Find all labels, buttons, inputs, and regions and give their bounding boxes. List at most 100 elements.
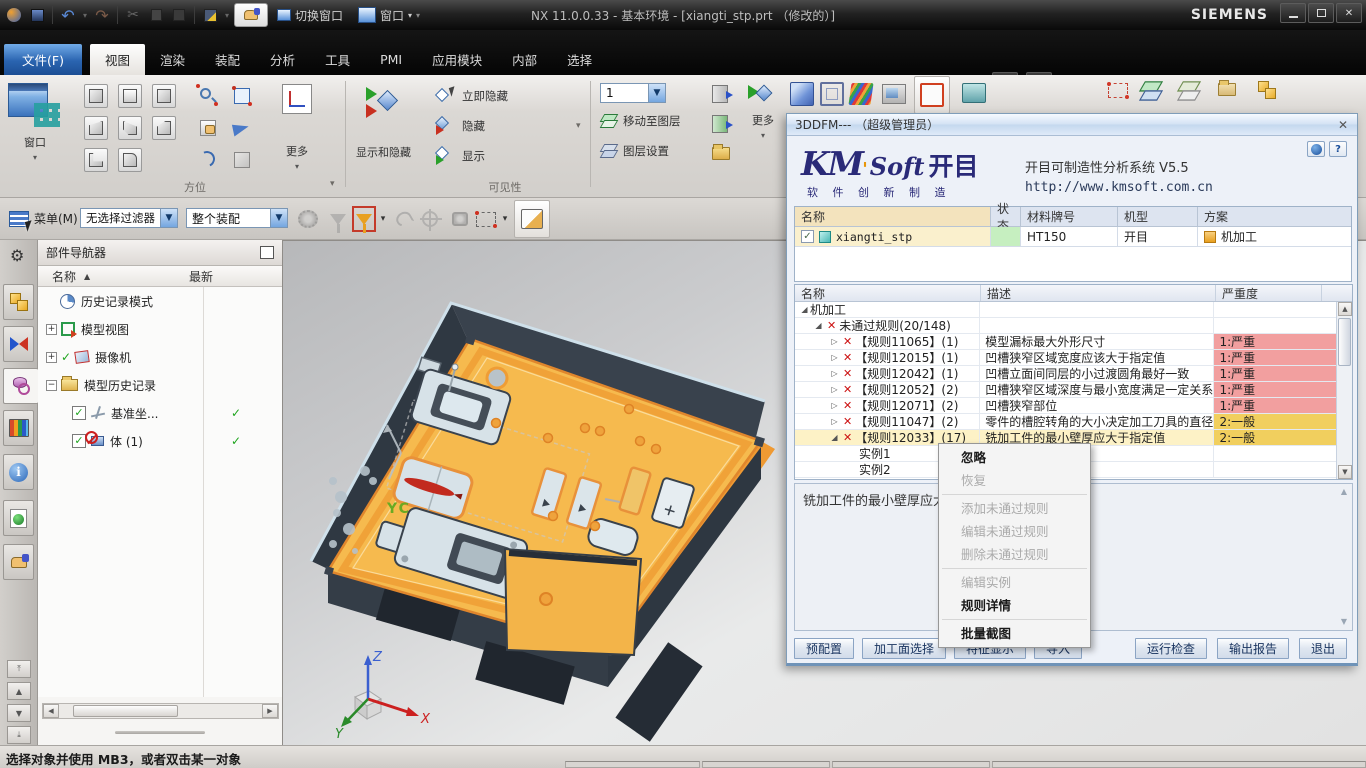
scrollbar-thumb[interactable] — [73, 705, 178, 717]
rectangle-select-button[interactable] — [474, 206, 498, 232]
menu-item-忽略[interactable]: 忽略 — [939, 446, 1090, 469]
tab-渲染[interactable]: 渲染 — [145, 44, 200, 75]
view-trimetric-button[interactable] — [152, 116, 176, 140]
tab-装配[interactable]: 装配 — [200, 44, 255, 75]
expand-icon[interactable]: + — [46, 352, 57, 363]
point-constructor-button[interactable] — [418, 206, 442, 232]
switch-window-button[interactable]: 切换窗口 — [271, 5, 349, 26]
measure-button[interactable] — [1108, 83, 1132, 105]
tab-工具[interactable]: 工具 — [310, 44, 365, 75]
snap-gears-button[interactable] — [296, 206, 320, 232]
annotation-button[interactable] — [1218, 83, 1242, 105]
selection-filter-combo[interactable]: 无选择过滤器 ▼ — [80, 208, 178, 228]
redo-icon[interactable]: ↷ — [92, 5, 112, 25]
window-menu-button[interactable]: 窗口 ▾ ▾ — [352, 5, 426, 26]
collapse-icon[interactable]: − — [46, 380, 57, 391]
expanded-icon[interactable]: ◢ — [829, 433, 840, 442]
internet-explorer-tab[interactable]: i — [3, 454, 34, 490]
rotate-view-button[interactable] — [196, 148, 220, 172]
tab-内部[interactable]: 内部 — [497, 44, 552, 75]
dialog-help-button[interactable]: ? — [1329, 141, 1347, 157]
zoom-button[interactable] — [196, 84, 220, 108]
tab-PMI[interactable]: PMI — [365, 44, 417, 75]
dialog-title-bar[interactable]: 3DDFM--- （超级管理员） ✕ — [787, 114, 1357, 136]
dialog-pin-button[interactable] — [1307, 141, 1325, 157]
cad-model[interactable] — [311, 303, 775, 742]
show-hide-button[interactable]: 显示和隐藏 — [356, 85, 411, 160]
parts-table-row[interactable]: ✓ xiangti_stp HT150 开目 机加工 — [795, 227, 1351, 247]
save-icon[interactable] — [27, 5, 47, 25]
visibility-more-arrow-icon[interactable]: ▾ — [576, 121, 581, 131]
collapsed-icon[interactable]: ▷ — [829, 385, 840, 394]
view-in-window-2-button[interactable] — [712, 115, 728, 133]
selection-scope-combo[interactable]: 整个装配 ▼ — [186, 208, 288, 228]
collapsed-icon[interactable]: ▷ — [829, 353, 840, 362]
pan-button[interactable] — [196, 116, 220, 140]
filter-funnel-button[interactable] — [326, 206, 350, 232]
hide-item[interactable]: 隐藏 — [436, 117, 485, 135]
face-analysis-button-selected[interactable] — [914, 76, 950, 114]
dialog-close-icon[interactable]: ✕ — [1335, 117, 1351, 133]
close-button[interactable]: ✕ — [1336, 3, 1362, 23]
scroll-top-button[interactable]: ⤒ — [7, 660, 31, 678]
layer-stack-button[interactable] — [1142, 81, 1166, 103]
dialog-button-运行检查[interactable]: 运行检查 — [1135, 638, 1207, 659]
collapsed-icon[interactable]: ▷ — [829, 337, 840, 346]
scroll-down-button[interactable]: ▼ — [7, 704, 31, 722]
shaded-selection-button[interactable] — [514, 200, 550, 238]
view-corner-button[interactable] — [118, 116, 142, 140]
scroll-up-button[interactable]: ▲ — [7, 682, 31, 700]
undo-icon[interactable]: ↶ — [58, 5, 78, 25]
combo-dropdown-icon[interactable]: ▼ — [270, 209, 287, 227]
combo-dropdown-icon[interactable]: ▼ — [160, 209, 177, 227]
detach-panel-button[interactable] — [260, 246, 274, 259]
view-top-button[interactable] — [84, 84, 108, 108]
tree-item-model-views[interactable]: + 模型视图 — [38, 315, 282, 343]
reuse-library-tab[interactable] — [3, 410, 34, 446]
chain-select-button[interactable] — [448, 206, 472, 232]
menu-item-批量截图[interactable]: 批量截图 — [939, 622, 1090, 645]
tree-item-cameras[interactable]: + ✓ 摄像机 — [38, 343, 282, 371]
window-gallery-button[interactable]: 窗口 ▾ — [8, 83, 62, 162]
rules-rule-row[interactable]: ▷✕【规则12015】(1)凹槽狭窄区域宽度应该大于指定值1:严重 — [795, 350, 1336, 366]
rules-rule-row[interactable]: ▷✕【规则12052】(2)凹槽狭窄区域深度与最小宽度满足一定关系1:严重 — [795, 382, 1336, 398]
rules-rule-row[interactable]: ▷✕【规则11047】(2)零件的槽腔转角的大小决定加工刀具的直径...2:一般 — [795, 414, 1336, 430]
snap-dropdown-arrow-icon[interactable]: ▾ — [378, 206, 388, 232]
wireframe-view-button[interactable] — [820, 82, 844, 104]
tree-item-datum-csys[interactable]: ✓ 基准坐... ✓ — [38, 399, 282, 427]
constraint-navigator-tab[interactable] — [3, 326, 34, 362]
tab-选择[interactable]: 选择 — [552, 44, 607, 75]
tree-item-history-mode[interactable]: 历史记录模式 — [38, 287, 282, 315]
checkbox-checked-icon[interactable]: ✓ — [801, 230, 814, 243]
machining-preview-button[interactable] — [962, 83, 986, 105]
group-dropdown-arrow-icon[interactable]: ▾ — [330, 179, 335, 189]
checkbox-checked-icon[interactable]: ✓ — [72, 406, 86, 420]
layer-visible-in-view-button[interactable] — [230, 148, 254, 172]
navigator-column-header[interactable]: 名称▲ 最新 — [38, 266, 282, 287]
navigator-horizontal-scrollbar[interactable]: ◀ ▶ — [42, 703, 279, 719]
resource-bar-settings-icon[interactable]: ⚙ — [10, 246, 24, 265]
view-iso-button[interactable] — [118, 148, 142, 172]
edit-dropdown-arrow-icon[interactable]: ▾ — [223, 5, 231, 25]
scroll-down-icon[interactable]: ▼ — [1338, 616, 1350, 628]
touch-mode-button[interactable] — [234, 3, 268, 27]
combo-dropdown-icon[interactable]: ▼ — [648, 84, 665, 102]
snap-point-button-active[interactable] — [352, 206, 376, 232]
expand-icon[interactable]: + — [46, 324, 57, 335]
view-right-button[interactable] — [84, 116, 108, 140]
perspective-button[interactable] — [230, 116, 254, 140]
rules-vertical-scrollbar[interactable]: ▲ ▼ — [1336, 302, 1352, 479]
dialog-button-预配置[interactable]: 预配置 — [794, 638, 854, 659]
scrollbar-thumb[interactable] — [1338, 318, 1351, 366]
undo-selection-button[interactable] — [392, 206, 416, 232]
layer-settings-item[interactable]: 图层设置 — [600, 143, 669, 159]
tab-视图[interactable]: 视图 — [90, 44, 145, 75]
collapsed-icon[interactable]: ▷ — [829, 369, 840, 378]
dialog-button-输出报告[interactable]: 输出报告 — [1217, 638, 1289, 659]
copy-icon[interactable] — [146, 5, 166, 25]
studio-render-button[interactable] — [882, 84, 906, 106]
tree-item-body[interactable]: ✓ 体 (1) ✓ — [38, 427, 282, 455]
rules-group-failed[interactable]: ◢✕未通过规则(20/148) — [795, 318, 1336, 334]
dialog-button-退出[interactable]: 退出 — [1299, 638, 1347, 659]
assembly-navigator-tab[interactable] — [3, 284, 34, 320]
